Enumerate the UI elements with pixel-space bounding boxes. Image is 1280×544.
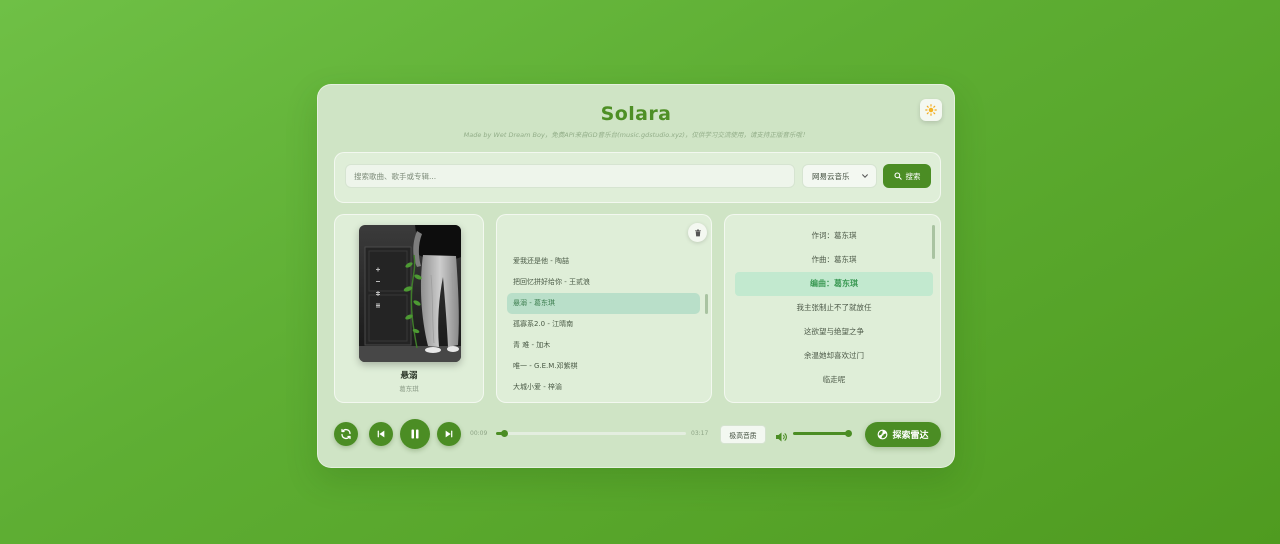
playlist-panel: 爱我还是他 - 陶喆 把回忆拼好给你 - 王贰浪 悬溺 - 葛东琪 孤寡系2.0…	[496, 214, 712, 403]
volume-knob[interactable]	[844, 430, 852, 437]
progress-knob[interactable]	[501, 430, 509, 437]
lyrics-panel: 作词：葛东琪 作曲：葛东琪 编曲：葛东琪 我主张制止不了就放任 这欲望与绝望之争…	[724, 214, 941, 403]
playlist-item[interactable]: 把回忆拼好给你 - 王贰浪	[507, 272, 700, 293]
album-cover	[359, 225, 461, 362]
progress-bar[interactable]	[496, 430, 686, 437]
lyrics-scrollbar[interactable]	[932, 225, 935, 259]
next-button[interactable]	[437, 422, 461, 446]
chevron-down-icon	[862, 174, 868, 178]
playlist-item[interactable]: 孤寡系2.0 - 江晴南	[507, 314, 700, 335]
search-icon	[893, 172, 902, 180]
source-select[interactable]: 网易云音乐	[802, 164, 877, 188]
theme-toggle-button[interactable]	[920, 99, 942, 121]
lyric-line: 这欲望与绝望之争	[804, 327, 864, 336]
explore-radar-label: 探索雷达	[892, 431, 929, 441]
lyric-line: 作词：葛东琪	[811, 231, 857, 240]
song-artist: 葛东琪	[399, 385, 419, 393]
playlist-item[interactable]: 爱我还是他 - 陶喆	[507, 251, 700, 272]
playlist-item[interactable]: 大城小爱 - 梓渝	[507, 377, 700, 398]
previous-button[interactable]	[369, 422, 393, 446]
song-title: 悬溺	[400, 371, 418, 381]
search-button-label: 搜索	[905, 171, 921, 181]
search-button[interactable]: 搜索	[883, 164, 931, 188]
volume-fill	[793, 432, 849, 435]
play-pause-button[interactable]	[400, 419, 430, 449]
player-card: Solara Made by Wet Dream Boy，免费API来自GD音乐…	[317, 84, 955, 468]
lyric-line: 作曲：葛东琪	[811, 255, 857, 264]
search-input[interactable]	[345, 164, 795, 188]
repeat-button[interactable]	[334, 422, 358, 446]
volume-icon	[776, 432, 787, 442]
repeat-icon	[341, 428, 351, 440]
lyric-line: 编曲：葛东琪	[735, 272, 933, 296]
lyric-line: 余温她却喜欢过门	[804, 351, 864, 360]
total-time: 03:17	[691, 430, 709, 437]
next-icon	[445, 430, 453, 438]
lyrics-list: 作词：葛东琪 作曲：葛东琪 编曲：葛东琪 我主张制止不了就放任 这欲望与绝望之争…	[735, 224, 933, 392]
volume-button[interactable]	[775, 428, 788, 442]
radar-icon	[878, 429, 888, 440]
quality-button[interactable]: 极高音质	[720, 425, 766, 444]
playlist: 爱我还是他 - 陶喆 把回忆拼好给你 - 王贰浪 悬溺 - 葛东琪 孤寡系2.0…	[507, 251, 700, 398]
volume-slider[interactable]	[793, 430, 852, 437]
trash-icon	[694, 229, 701, 236]
playlist-scrollbar[interactable]	[705, 294, 708, 314]
app-title: Solara	[600, 103, 672, 125]
now-playing-panel: 悬溺 葛东琪	[334, 214, 484, 403]
explore-radar-button[interactable]: 探索雷达	[865, 422, 941, 447]
lyric-line: 我主张制止不了就放任	[796, 303, 872, 312]
previous-icon	[377, 430, 385, 438]
playlist-item[interactable]: 唯一 - G.E.M.邓紫棋	[507, 356, 700, 377]
pause-icon	[411, 429, 419, 439]
search-bar: 网易云音乐 搜索	[334, 152, 941, 203]
source-select-value: 网易云音乐	[812, 171, 850, 181]
lyric-line: 临走呢	[822, 375, 846, 384]
clear-playlist-button[interactable]	[688, 223, 707, 242]
current-time: 00:09	[470, 430, 488, 437]
playlist-item[interactable]: 青 难 - 加木	[507, 335, 700, 356]
playlist-item[interactable]: 悬溺 - 葛东琪	[507, 293, 700, 314]
sun-icon	[925, 104, 937, 116]
app-subtitle: Made by Wet Dream Boy，免费API来自GD音乐台(music…	[463, 131, 809, 139]
